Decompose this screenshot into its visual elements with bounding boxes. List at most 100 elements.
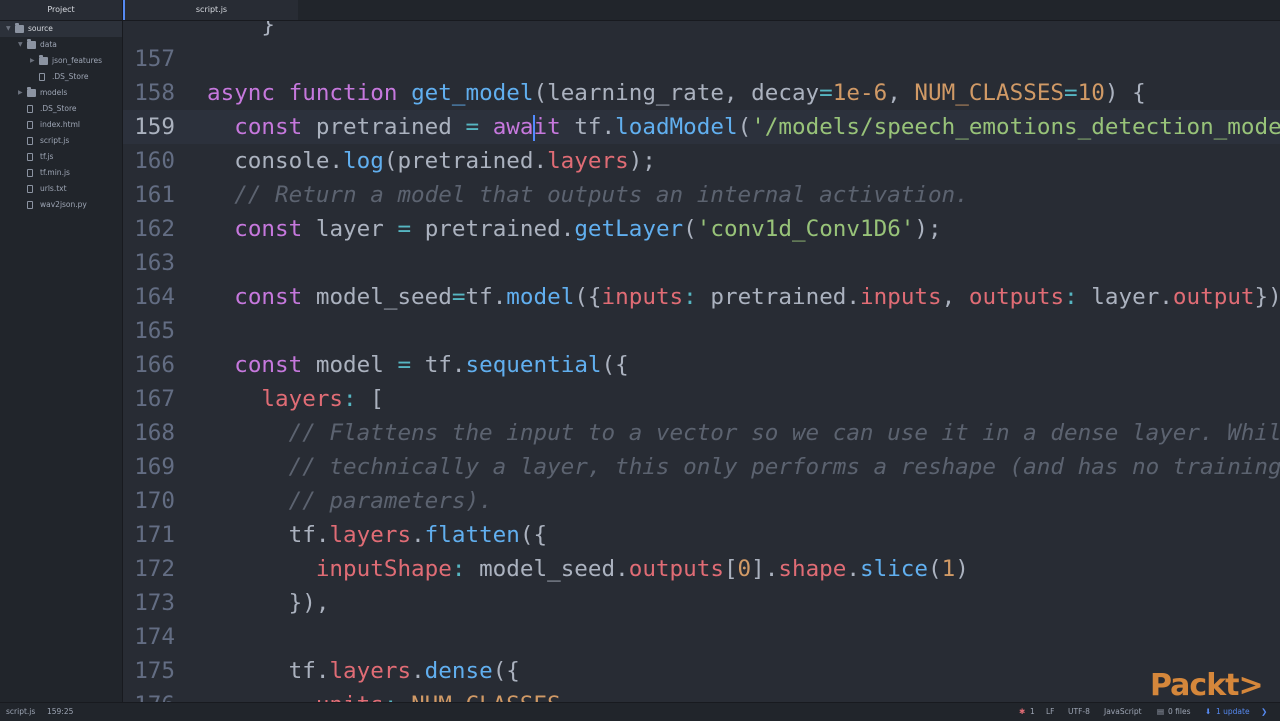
code-token: layer. <box>1091 284 1173 310</box>
code-token: console. <box>207 148 344 174</box>
folder-icon <box>39 55 48 65</box>
chevron-right-icon[interactable]: ▶ <box>30 53 35 69</box>
code-token: = <box>397 216 425 242</box>
code-token: = <box>465 114 493 140</box>
code-token: : <box>451 556 480 582</box>
tree-item-label: json_features <box>52 56 103 65</box>
chevron-right-icon[interactable]: ▶ <box>18 85 23 101</box>
code-token: . <box>411 658 425 684</box>
file-icon <box>27 105 33 113</box>
code-token: model_seed. <box>479 556 629 582</box>
code-token: }), <box>207 590 330 616</box>
code-token: ( <box>737 114 752 140</box>
tree-item-label: models <box>40 88 68 97</box>
code-line[interactable]: 159 const pretrained = await tf.loadMode… <box>123 110 1280 144</box>
code-token: . <box>411 522 425 548</box>
tab-bar: script.js <box>123 0 1280 21</box>
tree-item-label: .DS_Store <box>52 72 89 81</box>
code-token: 0 <box>737 556 752 582</box>
code-token: const <box>234 284 316 310</box>
sidebar-title[interactable]: Project <box>0 0 122 21</box>
line-number: 163 <box>134 250 175 276</box>
line-number: 167 <box>134 386 175 412</box>
status-encoding[interactable]: UTF-8 <box>1068 703 1090 721</box>
code-token: layers <box>329 658 412 684</box>
code-token: ) { <box>1104 80 1146 106</box>
project-sidebar: Project ▼ source ▼ data ▶ json_features .DS_St… <box>0 0 123 702</box>
status-update[interactable]: 1 update <box>1216 703 1250 721</box>
code-token: units <box>316 692 384 702</box>
code-text: inputShape: model_seed.outputs[0].shape.… <box>207 552 969 586</box>
tree-item-label: data <box>40 40 57 49</box>
status-grammar[interactable]: JavaScript <box>1104 703 1142 721</box>
code-token: tf. <box>424 352 466 378</box>
status-bug-count[interactable]: 1 <box>1030 703 1035 721</box>
bug-icon[interactable]: ✱ <box>1019 703 1025 721</box>
tree-item[interactable]: ▼ data <box>0 37 122 53</box>
code-token: tf. <box>207 522 330 548</box>
tree-item[interactable]: .DS_Store <box>0 101 122 117</box>
code-token: 1e-6 <box>832 80 888 106</box>
line-number: 160 <box>134 148 175 174</box>
line-number: 174 <box>134 624 175 650</box>
bird-icon[interactable]: ❯ <box>1261 703 1267 721</box>
code-token: = <box>451 284 466 310</box>
code-token: output <box>1172 284 1255 310</box>
tree-item-label: index.html <box>40 120 80 129</box>
code-token: ({ <box>519 522 548 548</box>
status-cursor-position[interactable]: 159:25 <box>47 703 73 721</box>
line-number: 175 <box>134 658 175 684</box>
code-token: [ <box>370 386 384 412</box>
file-icon <box>27 153 33 161</box>
code-text: console.log(pretrained.layers); <box>207 144 656 178</box>
tree-item[interactable]: ▶ json_features <box>0 53 122 69</box>
code-token: tf. <box>574 114 616 140</box>
status-line-ending[interactable]: LF <box>1046 703 1055 721</box>
tree-item[interactable]: tf.js <box>0 149 122 165</box>
tree-item[interactable]: script.js <box>0 133 122 149</box>
code-text: // Flattens the input to a vector so we … <box>207 416 1280 450</box>
tree-item[interactable]: tf.min.js <box>0 165 122 181</box>
code-token: : <box>384 692 411 702</box>
tree-item[interactable]: wav2json.py <box>0 197 122 213</box>
code-token: get_model <box>411 80 534 106</box>
code-token: outputs <box>968 284 1065 310</box>
status-git-files[interactable]: 0 files <box>1168 703 1191 721</box>
code-text: }), <box>207 586 330 620</box>
chevron-down-icon[interactable]: ▼ <box>18 37 23 53</box>
tree-item-label: .DS_Store <box>40 104 77 113</box>
code-editor[interactable]: } 157 158 async function get_model(learning… <box>123 21 1280 702</box>
code-token: inputs <box>860 284 942 310</box>
code-token: async <box>207 80 289 106</box>
code-token: model <box>506 284 575 310</box>
tree-item[interactable]: index.html <box>0 117 122 133</box>
tree-item[interactable]: ▼ source <box>0 21 122 37</box>
code-token: = <box>1064 80 1078 106</box>
tree-item[interactable]: urls.txt <box>0 181 122 197</box>
code-token: . <box>846 556 860 582</box>
code-text: async function get_model(learning_rate, … <box>207 76 1146 110</box>
chevron-down-icon[interactable]: ▼ <box>6 21 11 37</box>
code-token: 1 <box>941 556 956 582</box>
status-bar: script.js 159:25 ✱ 1 LF UTF-8 JavaScript… <box>0 702 1280 721</box>
code-token: // Flattens the input to a vector so we … <box>288 420 1280 446</box>
code-text: const pretrained = await tf.loadModel('/… <box>207 110 1280 144</box>
tab-script-js[interactable]: script.js <box>123 0 298 20</box>
status-file-name[interactable]: script.js <box>6 703 35 721</box>
code-token: ]. <box>751 556 779 582</box>
code-token: ); <box>914 216 942 242</box>
code-token: // Return a model that outputs an intern… <box>234 182 969 208</box>
tree-item[interactable]: .DS_Store <box>0 69 122 85</box>
code-token: , <box>561 692 575 702</box>
tree-item[interactable]: ▶ models <box>0 85 122 101</box>
tree-item-label: source <box>28 24 53 33</box>
code-token: model_seed <box>315 284 452 310</box>
